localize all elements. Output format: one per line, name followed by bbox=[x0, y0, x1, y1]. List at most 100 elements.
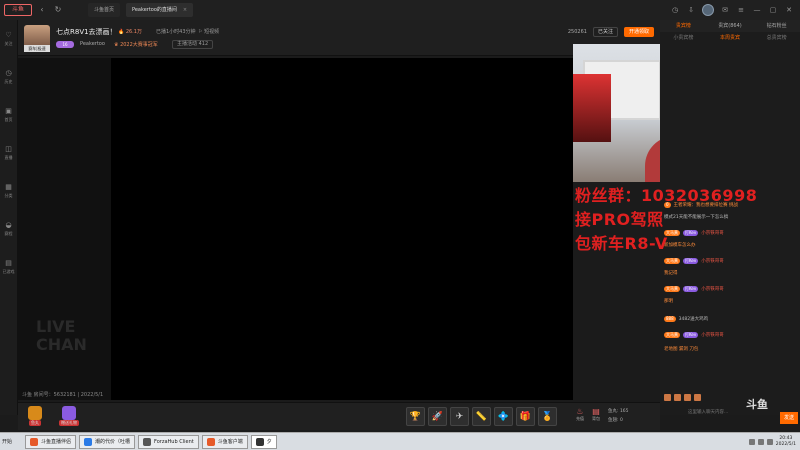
history-icon[interactable]: ◷ bbox=[670, 5, 680, 15]
streamer-category-tag: 赛车|极速 bbox=[24, 45, 50, 52]
sidebar-item-live[interactable]: ◫ 直播 bbox=[0, 134, 17, 172]
minimize-icon[interactable]: — bbox=[752, 5, 762, 15]
gift-item[interactable]: 🚀 bbox=[428, 407, 447, 426]
live-icon: ◫ bbox=[5, 145, 12, 153]
overlay-pro-license: 接PRO驾照 bbox=[575, 210, 664, 229]
app-icon bbox=[255, 437, 264, 446]
rank-badge[interactable]: ♛ 2022大赛事冠军 bbox=[114, 41, 158, 48]
danmu-icon[interactable] bbox=[674, 393, 681, 401]
left-sidebar: ♡ 关注 ◷ 历史 ▣ 首页 ◫ 直播 ▦ 分类 ◒ 赛程 ▤ 已游戏 bbox=[0, 20, 18, 415]
subscribe-button[interactable]: 开通领取 bbox=[623, 27, 654, 37]
list-item: 大马黄 打Kev 小宗铁哥哥 bbox=[664, 230, 724, 236]
start-button[interactable]: 开始 bbox=[2, 435, 22, 449]
gift-item[interactable]: 🏅 bbox=[538, 407, 557, 426]
room-title: 七点R8V1去漂画！ bbox=[56, 28, 117, 36]
gift-icon[interactable] bbox=[684, 393, 691, 401]
video-footer: 斗鱼 房间号：5632181 | 2022/5/1 bbox=[22, 392, 104, 398]
top-bar: 斗鱼 ‹ ↻ 斗鱼首页 Peakertoo的直播间 × ◷ ⇩ ✉ ≡ — ▢ … bbox=[0, 0, 800, 20]
download-icon[interactable]: ⇩ bbox=[686, 5, 696, 15]
chat-sub-tabs: 小贵宾榜 本周贵宾 总贵宾榜 bbox=[660, 32, 800, 44]
menu-icon[interactable]: ≡ bbox=[736, 5, 746, 15]
tab-diamond-fans[interactable]: 钻石粉丝 bbox=[753, 20, 800, 32]
short-video-link[interactable]: ⚐ 短视频 bbox=[198, 28, 219, 35]
list-item: 新加模车怎么办 bbox=[664, 243, 696, 248]
tab-vip[interactable]: 贵宾(864) bbox=[707, 20, 754, 32]
network-icon[interactable] bbox=[748, 438, 755, 445]
trophy-icon: ◒ bbox=[5, 221, 12, 229]
fish-ball-button[interactable]: 鱼丸 bbox=[24, 406, 46, 428]
clock-icon: ◷ bbox=[5, 69, 12, 77]
gift-box-icon bbox=[62, 406, 76, 420]
tab-home[interactable]: 斗鱼首页 bbox=[88, 3, 121, 17]
tab-vip-rank[interactable]: 贵宾榜 bbox=[660, 20, 707, 32]
taskbar-item[interactable]: 潮的代价（吐槽 bbox=[79, 434, 136, 449]
emoji-icon[interactable] bbox=[664, 393, 671, 401]
tab-label: 斗鱼首页 bbox=[94, 7, 115, 13]
taskbar-item[interactable]: 斗鱼直播伴侣 bbox=[25, 434, 77, 449]
user-avatar[interactable] bbox=[702, 4, 714, 16]
sidebar-item-category[interactable]: ▦ 分类 bbox=[0, 172, 17, 210]
subtab-week-vip[interactable]: 本周贵宾 bbox=[707, 32, 754, 44]
send-button[interactable]: 发送 bbox=[780, 412, 798, 424]
room-id: 250261 bbox=[567, 29, 587, 35]
close-window-icon[interactable]: ✕ bbox=[784, 5, 794, 15]
trophy-icon bbox=[28, 406, 42, 420]
gift-left: 鱼丸 赠送礼物 bbox=[24, 406, 80, 428]
chat-logo: 斗鱼 bbox=[746, 398, 768, 411]
volume-icon[interactable] bbox=[757, 438, 764, 445]
overlay-fan-group: 粉丝群：1032036998 bbox=[575, 186, 758, 205]
taskbar-item[interactable]: ForzaHub Client bbox=[138, 434, 199, 449]
tab-live-room[interactable]: Peakertoo的直播间 × bbox=[126, 3, 194, 17]
card-icon[interactable] bbox=[694, 393, 701, 401]
gift-right: ♨ 充值 ▤ 背包 鱼丸: 165 鱼翅: 0 bbox=[576, 407, 629, 425]
fire-icon: ♨ bbox=[576, 407, 584, 416]
level-badge: 16 bbox=[56, 41, 74, 48]
input-method-icon[interactable] bbox=[766, 438, 773, 445]
followed-button[interactable]: 已关注 bbox=[592, 27, 618, 37]
taskbar-item[interactable]: 斗鱼客户端 bbox=[201, 434, 248, 449]
list-item: 那明 bbox=[664, 299, 673, 304]
video-player[interactable]: LIVE CHAN 斗鱼 房间号：5632181 | 2022/5/1 bbox=[18, 58, 573, 400]
gift-item[interactable]: 🎁 bbox=[516, 407, 535, 426]
refresh-icon[interactable]: ↻ bbox=[52, 4, 64, 16]
taskbar-item[interactable]: 夕 bbox=[250, 434, 277, 449]
maximize-icon[interactable]: ▢ bbox=[768, 5, 778, 15]
close-icon[interactable]: × bbox=[183, 3, 187, 17]
chat-input[interactable]: 这里输入聊天内容... bbox=[688, 408, 744, 418]
recharge-button[interactable]: ♨ 充值 bbox=[576, 407, 584, 422]
list-item: 大马黄 打Kev 小宗铁哥哥 bbox=[664, 258, 724, 264]
fish-fin-count: 鱼翅: 0 bbox=[608, 418, 623, 423]
douyu-logo[interactable]: 斗鱼 bbox=[4, 4, 32, 16]
chat-list: 0 王者荣耀：我也想要排位赛 挑战 模式21天能不能展示一下怎么搞 大马黄 打Kev… bbox=[660, 182, 800, 372]
back-icon[interactable]: ‹ bbox=[36, 4, 48, 16]
streamer-name[interactable]: Peakertoo bbox=[80, 41, 105, 47]
chat-tabs: 贵宾榜 贵宾(864) 钻石粉丝 bbox=[660, 20, 800, 32]
sidebar-item-home[interactable]: ▣ 首页 bbox=[0, 96, 17, 134]
currency-display: 鱼丸: 165 鱼翅: 0 bbox=[608, 407, 629, 425]
system-tray: 20:43 2022/5/1 bbox=[748, 436, 796, 448]
list-item: 大马黄 打Kev 小宗铁哥哥 bbox=[664, 332, 724, 338]
gift-item[interactable]: 📏 bbox=[472, 407, 491, 426]
list-item: 大马黄 打Kev 小宗铁哥哥 bbox=[664, 286, 724, 292]
overlay-new-car: 包新车R8-V bbox=[575, 234, 668, 253]
backpack-button[interactable]: ▤ 背包 bbox=[592, 407, 600, 422]
gift-item[interactable]: 💠 bbox=[494, 407, 513, 426]
sidebar-item-schedule[interactable]: ◒ 赛程 bbox=[0, 210, 17, 248]
sidebar-item-games[interactable]: ▤ 已游戏 bbox=[0, 248, 17, 286]
clock[interactable]: 20:43 2022/5/1 bbox=[776, 436, 796, 448]
list-item: 我记得 bbox=[664, 271, 678, 276]
home-icon: ▣ bbox=[5, 107, 12, 115]
app-window: 斗鱼 ‹ ↻ 斗鱼首页 Peakertoo的直播间 × ◷ ⇩ ✉ ≡ — ▢ … bbox=[0, 0, 800, 432]
app-icon bbox=[143, 437, 152, 446]
subtab-small-vip[interactable]: 小贵宾榜 bbox=[660, 32, 707, 44]
video-left-panel: LIVE CHAN bbox=[18, 58, 111, 400]
sidebar-item-follow[interactable]: ♡ 关注 bbox=[0, 20, 17, 58]
official-activity[interactable]: 主播活动 412 bbox=[172, 40, 214, 49]
gift-item[interactable]: 🏆 bbox=[406, 407, 425, 426]
windows-taskbar: 开始 斗鱼直播伴侣 潮的代价（吐槽 ForzaHub Client 斗鱼客户端 … bbox=[0, 432, 800, 450]
sidebar-item-history[interactable]: ◷ 历史 bbox=[0, 58, 17, 96]
mail-icon[interactable]: ✉ bbox=[720, 5, 730, 15]
gift-send-button[interactable]: 赠送礼物 bbox=[58, 406, 80, 428]
subtab-total-vip[interactable]: 总贵宾榜 bbox=[753, 32, 800, 44]
gift-item[interactable]: ✈ bbox=[450, 407, 469, 426]
